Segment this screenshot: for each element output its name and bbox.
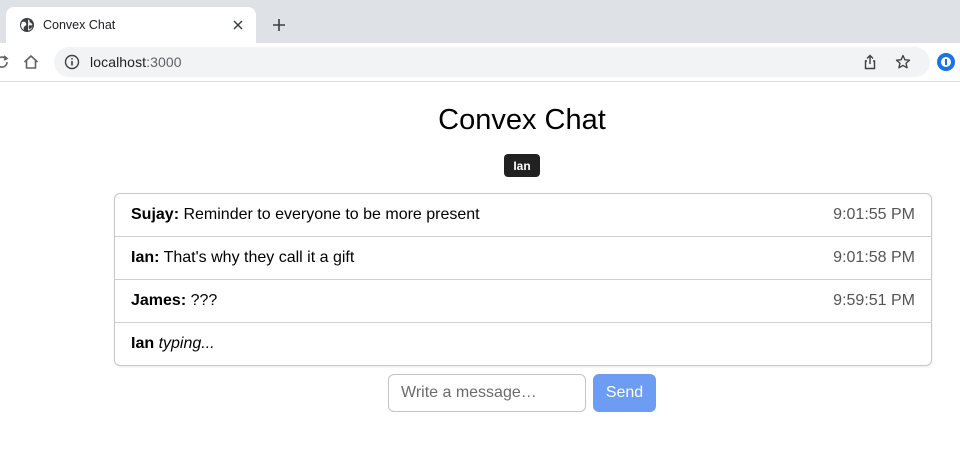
message-body: ??? bbox=[190, 292, 218, 309]
site-info-icon[interactable] bbox=[64, 54, 80, 70]
bookmark-star-icon[interactable] bbox=[895, 54, 911, 70]
home-icon[interactable] bbox=[21, 52, 41, 72]
message-text: Sujay: Reminder to everyone to be more p… bbox=[131, 206, 833, 224]
message-text: Ian: That's why they call it a gift bbox=[131, 249, 833, 267]
typing-text: typing... bbox=[158, 335, 215, 352]
typing-indicator: Ian typing... bbox=[131, 335, 931, 353]
message-input[interactable] bbox=[388, 374, 586, 412]
close-tab-icon[interactable] bbox=[228, 15, 248, 35]
globe-icon bbox=[19, 17, 35, 33]
address-bar[interactable]: localhost:3000 bbox=[54, 47, 930, 77]
current-user-badge: Ian bbox=[504, 154, 540, 177]
message-author: James: bbox=[131, 292, 187, 309]
reload-icon[interactable] bbox=[0, 52, 12, 72]
message-body: Reminder to everyone to be more present bbox=[183, 206, 480, 223]
chat-page: Convex Chat Ian Sujay: Reminder to every… bbox=[0, 82, 960, 459]
message-timestamp: 9:01:58 PM bbox=[833, 249, 915, 266]
message-row: Sujay: Reminder to everyone to be more p… bbox=[115, 194, 931, 237]
message-row: James: ??? 9:59:51 PM bbox=[115, 280, 931, 323]
url-port: :3000 bbox=[146, 54, 182, 70]
password-manager-extension-icon[interactable] bbox=[937, 53, 955, 71]
message-body: That's why they call it a gift bbox=[163, 249, 355, 266]
message-author: Sujay: bbox=[131, 206, 180, 223]
new-tab-plus-icon[interactable] bbox=[266, 12, 292, 38]
url-host: localhost bbox=[90, 54, 147, 70]
message-text: James: ??? bbox=[131, 292, 833, 310]
browser-toolbar: localhost:3000 bbox=[0, 43, 960, 82]
typing-indicator-row: Ian typing... bbox=[115, 323, 931, 365]
share-icon[interactable] bbox=[862, 54, 878, 70]
message-timestamp: 9:59:51 PM bbox=[833, 292, 915, 309]
message-row: Ian: That's why they call it a gift 9:01… bbox=[115, 237, 931, 280]
message-list: Sujay: Reminder to everyone to be more p… bbox=[114, 193, 932, 366]
tab-title: Convex Chat bbox=[43, 18, 116, 32]
message-author: Ian: bbox=[131, 249, 160, 266]
send-button[interactable]: Send bbox=[593, 374, 656, 412]
message-timestamp: 9:01:55 PM bbox=[833, 206, 915, 223]
page-title: Convex Chat bbox=[438, 104, 606, 136]
browser-tab[interactable]: Convex Chat bbox=[6, 7, 256, 43]
typing-author: Ian bbox=[131, 335, 155, 352]
browser-tab-bar: Convex Chat bbox=[0, 0, 960, 43]
url-text: localhost:3000 bbox=[90, 54, 182, 70]
